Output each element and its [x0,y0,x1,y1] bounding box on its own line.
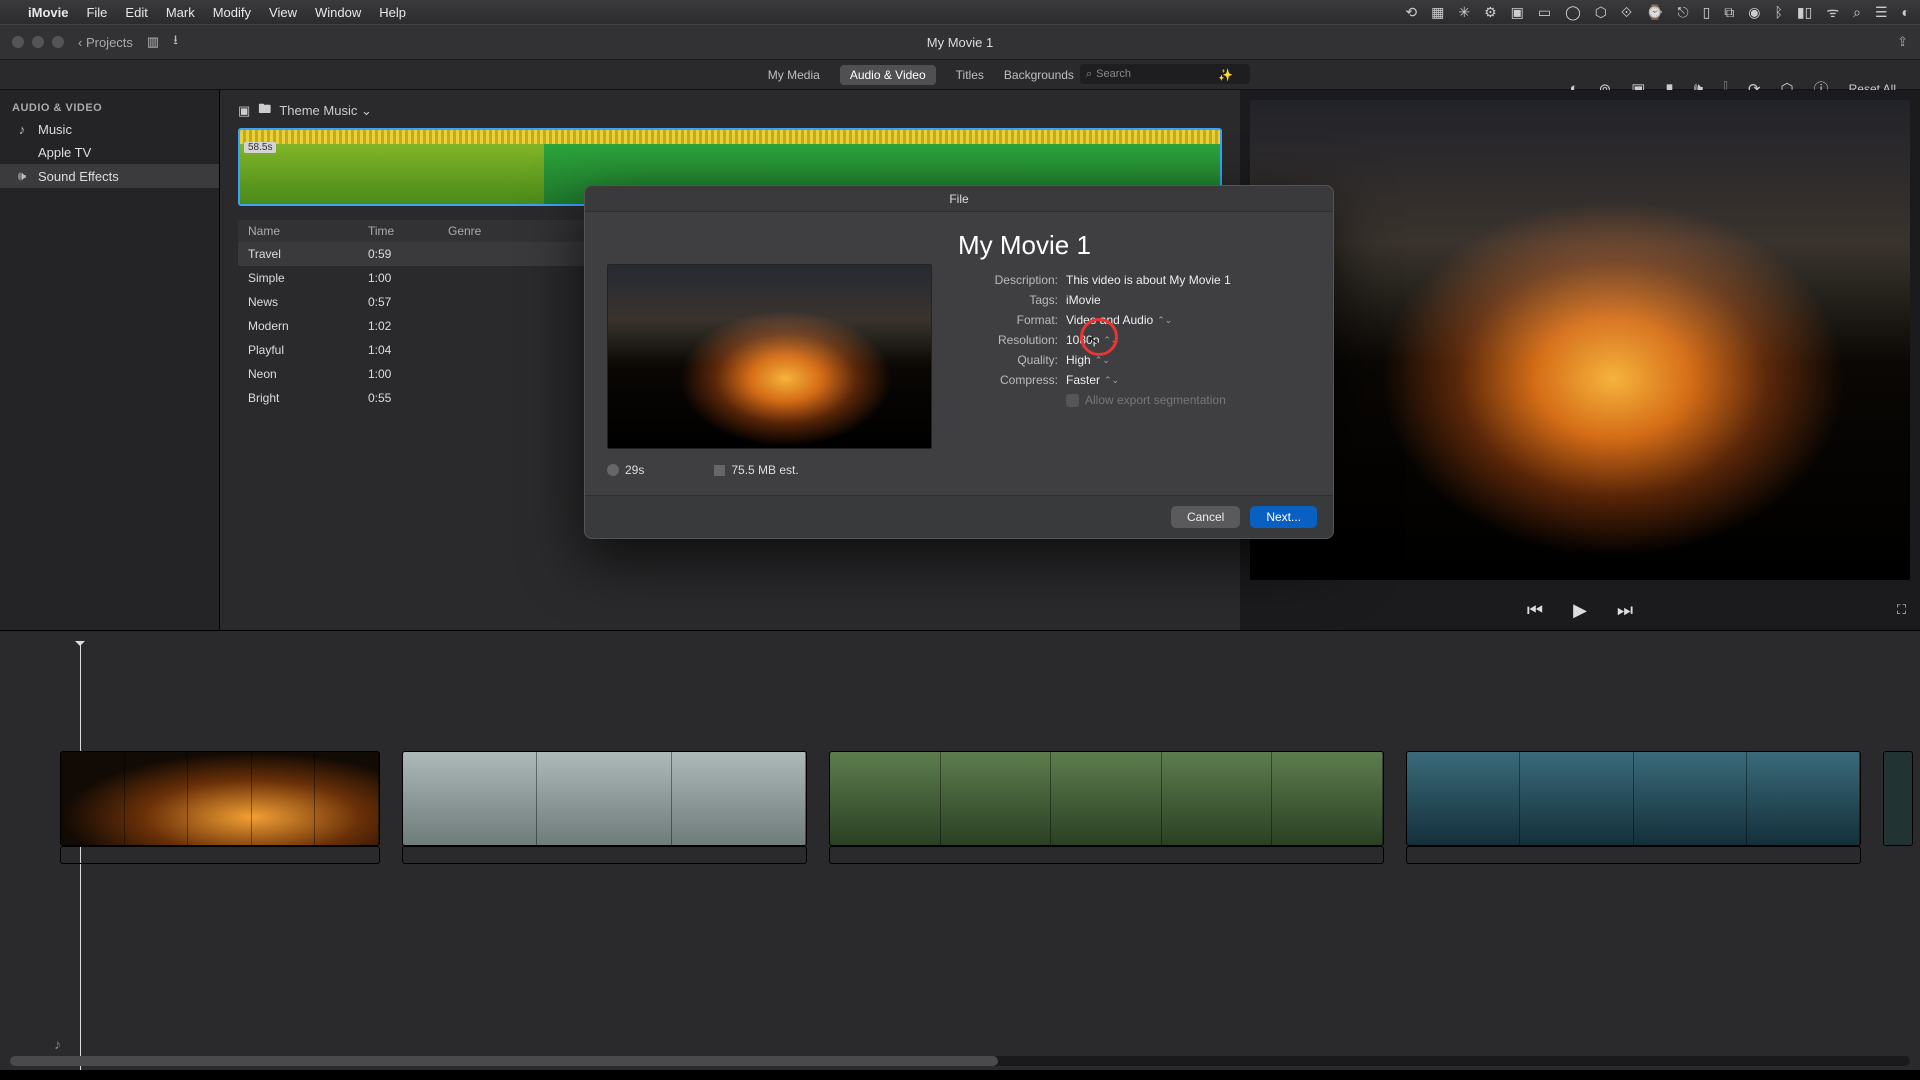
menu-window[interactable]: Window [315,5,361,20]
timeline-clip[interactable] [60,751,380,846]
status-icon[interactable]: ⌚ [1646,3,1663,22]
export-file-dialog: File My Movie 1 Description: This video i… [584,185,1334,539]
music-icon: ♪ [14,122,30,137]
export-segmentation-checkbox: Allow export segmentation [1066,393,1311,407]
status-icon[interactable]: ✳ [1458,3,1470,22]
folder-icon: 🖿 [258,100,271,122]
status-icon[interactable]: ◉ [1748,3,1760,22]
label-tags: Tags: [958,293,1058,307]
duration-icon [607,464,619,476]
play-button[interactable]: ▶ [1573,600,1587,621]
next-button[interactable]: Next... [1250,506,1317,528]
menu-edit[interactable]: Edit [125,5,147,20]
format-select[interactable]: Video and Audio⌃⌄ [1066,313,1172,327]
timeline-scrollbar[interactable] [10,1056,1910,1066]
status-icon[interactable]: ⟲ [1405,3,1417,22]
mac-menubar: iMovie File Edit Mark Modify View Window… [0,0,1920,24]
search-placeholder: Search [1096,68,1131,80]
status-icons: ⟲ ▦ ✳ ⚙ ▣ ▭ ◯ ⬡ ⟐ ⌚ ⎋ ▯ ⧉ ◉ ᛒ ▮▯ ᯤ ⌕ ☰ ◐ [1405,3,1910,22]
preview-canvas[interactable] [1250,100,1910,580]
menu-mark[interactable]: Mark [166,5,195,20]
export-movie-title: My Movie 1 [958,230,1311,261]
status-icon[interactable]: ⬡ [1595,3,1607,22]
status-icon[interactable]: ⚙ [1484,3,1497,22]
sidebar-item-label: Sound Effects [38,169,119,184]
menu-modify[interactable]: Modify [213,5,251,20]
label-compress: Compress: [958,373,1058,387]
wifi-icon[interactable]: ᯤ [1826,3,1839,22]
export-duration: 29s [625,463,644,477]
window-toolbar: ‹ Projects ▥ ⭳ My Movie 1 ⇪ [0,24,1920,60]
export-filesize: 75.5 MB est. [731,463,798,477]
bluetooth-icon[interactable]: ᛒ [1775,3,1783,22]
tags-field[interactable]: iMovie [1066,293,1101,307]
prev-button[interactable]: ⏮ [1527,600,1543,621]
clip-duration-badge: 58.5s [244,142,276,153]
timeline-clip[interactable] [402,751,807,846]
status-icon[interactable]: ⎋ [1677,3,1688,22]
window-controls[interactable] [12,36,64,48]
menu-view[interactable]: View [269,5,297,20]
audio-lane-toggle[interactable]: ♪ [54,1036,61,1052]
export-thumbnail [607,264,932,449]
col-time[interactable]: Time [358,220,438,242]
battery-icon[interactable]: ▮▯ [1797,3,1812,22]
tab-backgrounds[interactable]: Backgrounds [1004,68,1074,82]
status-icon[interactable]: ▭ [1538,3,1551,22]
label-quality: Quality: [958,353,1058,367]
col-name[interactable]: Name [238,220,358,242]
filesize-icon [714,465,725,476]
import-icon[interactable]: ⭳ [173,31,178,53]
preview-viewer: ⏮ ▶ ⏭ ⛶ ▂ ▄ Settings [1240,90,1920,630]
sidebar-item-label: Apple TV [38,145,91,160]
sidebar-item-music[interactable]: ♪ Music [0,118,219,141]
sidebar-item-label: Music [38,122,72,137]
control-center-icon[interactable]: ☰ [1875,3,1888,22]
app-menu[interactable]: iMovie [28,5,68,20]
sidebar-header: AUDIO & VIDEO [0,98,219,118]
spotlight-icon[interactable]: ⌕ [1853,3,1861,22]
transport-controls: ⏮ ▶ ⏭ [1240,590,1920,630]
timeline-clip[interactable] [829,751,1384,846]
status-icon[interactable]: ▯ [1703,3,1711,22]
label-resolution: Resolution: [958,333,1058,347]
sound-icon: 🕪 [14,168,30,184]
window-title: My Movie 1 [927,35,993,50]
sidebar-item-sound-effects[interactable]: 🕪 Sound Effects [0,164,219,188]
view-mode-icon[interactable]: ▣ [238,103,250,119]
resolution-select[interactable]: 1080p⌃⌄ [1066,333,1118,347]
description-field[interactable]: This video is about My Movie 1 [1066,273,1231,287]
label-format: Format: [958,313,1058,327]
library-list-icon[interactable]: ▥ [147,34,159,50]
compress-select[interactable]: Faster⌃⌄ [1066,373,1119,387]
status-icon[interactable]: ▣ [1511,3,1524,22]
sidebar-item-apple-tv[interactable]: Apple TV [0,141,219,164]
status-icon[interactable]: ▦ [1431,3,1444,22]
menu-file[interactable]: File [86,5,107,20]
tab-my-media[interactable]: My Media [768,68,820,82]
timeline[interactable]: ♪ [0,630,1920,1070]
back-to-projects[interactable]: ‹ Projects [78,35,133,50]
fullscreen-icon[interactable]: ⛶ [1897,602,1906,618]
status-icon[interactable]: ⧉ [1724,3,1734,22]
dialog-title: File [585,186,1333,212]
enhance-icon[interactable]: ✨ [1218,68,1233,82]
quality-select[interactable]: High⌃⌄ [1066,353,1110,367]
siri-icon[interactable]: ◐ [1902,3,1910,22]
timeline-clip[interactable] [1883,751,1913,846]
search-icon: ⌕ [1086,68,1092,81]
next-button[interactable]: ⏭ [1617,600,1633,621]
share-icon[interactable]: ⇪ [1897,34,1908,50]
timeline-clip[interactable] [1406,751,1861,846]
menu-help[interactable]: Help [379,5,406,20]
group-selector[interactable]: Theme Music ⌄ [279,103,372,119]
tab-titles[interactable]: Titles [956,68,984,82]
status-icon[interactable]: ⟐ [1621,3,1632,22]
tab-audio-video[interactable]: Audio & Video [840,65,936,85]
label-description: Description: [958,273,1058,287]
media-sidebar: AUDIO & VIDEO ♪ Music Apple TV 🕪 Sound E… [0,90,220,630]
status-icon[interactable]: ◯ [1565,3,1581,22]
cancel-button[interactable]: Cancel [1171,506,1240,528]
